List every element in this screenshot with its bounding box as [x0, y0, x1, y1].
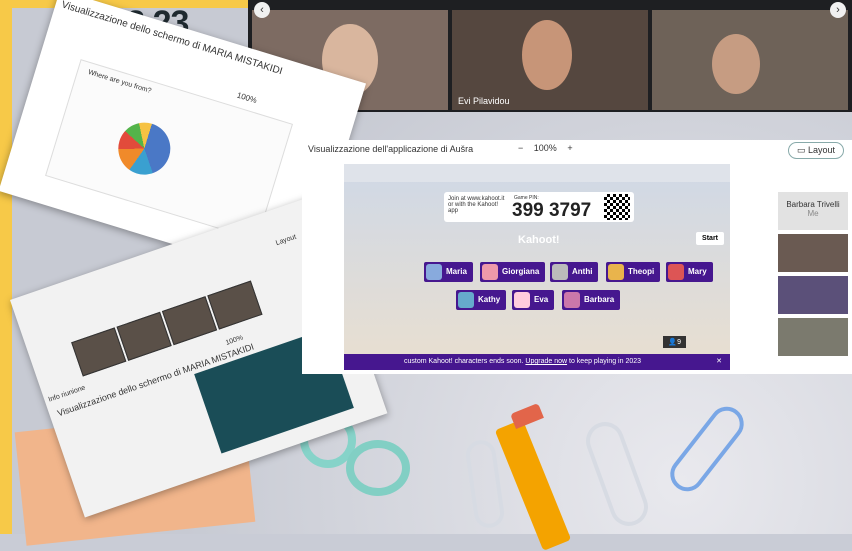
- close-banner-button[interactable]: ✕: [716, 354, 722, 370]
- player-count: 👤9: [663, 336, 686, 348]
- player-count-value: 9: [677, 339, 681, 346]
- player-name: Theopi: [628, 267, 655, 276]
- self-tile[interactable]: Barbara Trivelli Me: [778, 192, 848, 230]
- kahoot-logo: Kahoot!: [518, 234, 560, 246]
- join-text: Join at www.kahoot.it or with the Kahoot…: [448, 196, 505, 214]
- player-chip: Eva: [512, 290, 555, 310]
- player-chip: Kathy: [456, 290, 507, 310]
- participant-name: Evi Pilavidou: [458, 96, 510, 106]
- kahoot-share-window: Visualizzazione dell'applicazione di Auš…: [302, 140, 852, 374]
- layout-icon: ▭: [796, 145, 806, 155]
- player-name: Barbara: [584, 295, 615, 304]
- player-name: Mary: [688, 267, 707, 276]
- player-name: Maria: [446, 267, 467, 276]
- upgrade-link[interactable]: Upgrade now: [525, 358, 567, 365]
- participant-video[interactable]: [778, 318, 848, 356]
- player-chip: Barbara: [562, 290, 621, 310]
- participant-video[interactable]: [778, 276, 848, 314]
- video-tile[interactable]: [652, 10, 848, 110]
- avatar-icon: [608, 264, 624, 280]
- people-icon: 👤: [668, 339, 678, 346]
- player-name: Eva: [534, 295, 549, 304]
- player-name: Anthi: [572, 267, 593, 276]
- avatar-icon: [426, 264, 442, 280]
- slide-question: Where are you from?: [87, 68, 153, 95]
- self-label: Me: [807, 209, 819, 218]
- participant-face: [522, 20, 572, 90]
- scissors-handle: [346, 440, 410, 496]
- avatar-icon: [564, 292, 580, 308]
- player-chip: Theopi: [606, 262, 661, 282]
- video-thumb[interactable]: [116, 311, 172, 361]
- pie-chart: [111, 116, 177, 182]
- zoom-plus-button[interactable]: +: [567, 143, 572, 153]
- zoom-control[interactable]: − 100% +: [518, 143, 573, 153]
- player-name: Giorgiana: [502, 267, 540, 276]
- layout-label: Layout: [807, 145, 835, 155]
- upgrade-banner: custom Kahoot! characters ends soon. Upg…: [344, 354, 730, 370]
- banner-text: custom Kahoot! characters ends soon.: [404, 358, 524, 365]
- browser-bar: [344, 164, 730, 182]
- zoom-minus-button[interactable]: −: [518, 143, 523, 153]
- banner-tail: to keep playing in 2023: [569, 358, 642, 365]
- kahoot-lobby: Join at www.kahoot.it or with the Kahoot…: [344, 164, 730, 370]
- qr-code: [604, 194, 630, 220]
- player-chip: Giorgiana: [480, 262, 546, 282]
- player-chip: Anthi: [550, 262, 599, 282]
- avatar-icon: [668, 264, 684, 280]
- player-chip: Mary: [666, 262, 713, 282]
- player-name: Kathy: [478, 295, 501, 304]
- video-tile[interactable]: Evi Pilavidou: [452, 10, 648, 110]
- app-title: Visualizzazione dell'applicazione di Auš…: [308, 144, 474, 154]
- avatar-icon: [514, 292, 530, 308]
- layout-button[interactable]: ▭ Layout: [787, 142, 844, 159]
- next-page-button[interactable]: ›: [830, 2, 846, 18]
- game-pin-box: Join at www.kahoot.it or with the Kahoot…: [444, 192, 634, 222]
- avatar-icon: [482, 264, 498, 280]
- start-button[interactable]: Start: [696, 232, 724, 245]
- participant-face: [712, 34, 760, 94]
- shot1-zoom: 100%: [235, 90, 258, 106]
- zoom-level: 100%: [533, 143, 557, 153]
- video-thumb[interactable]: [71, 327, 127, 377]
- frame-left: [0, 0, 12, 534]
- video-thumb[interactable]: [161, 296, 218, 346]
- avatar-icon: [458, 292, 474, 308]
- slide: Where are you from?: [45, 59, 294, 241]
- participant-video[interactable]: [778, 234, 848, 272]
- layout-button[interactable]: Layout: [275, 234, 297, 247]
- game-pin: 399 3797: [512, 200, 592, 221]
- avatar-icon: [552, 264, 568, 280]
- video-thumb[interactable]: [207, 280, 263, 330]
- participants-sidebar: Barbara Trivelli Me: [778, 192, 848, 356]
- self-name: Barbara Trivelli: [786, 200, 840, 209]
- prev-page-button[interactable]: ‹: [254, 2, 270, 18]
- player-chip: Maria: [424, 262, 473, 282]
